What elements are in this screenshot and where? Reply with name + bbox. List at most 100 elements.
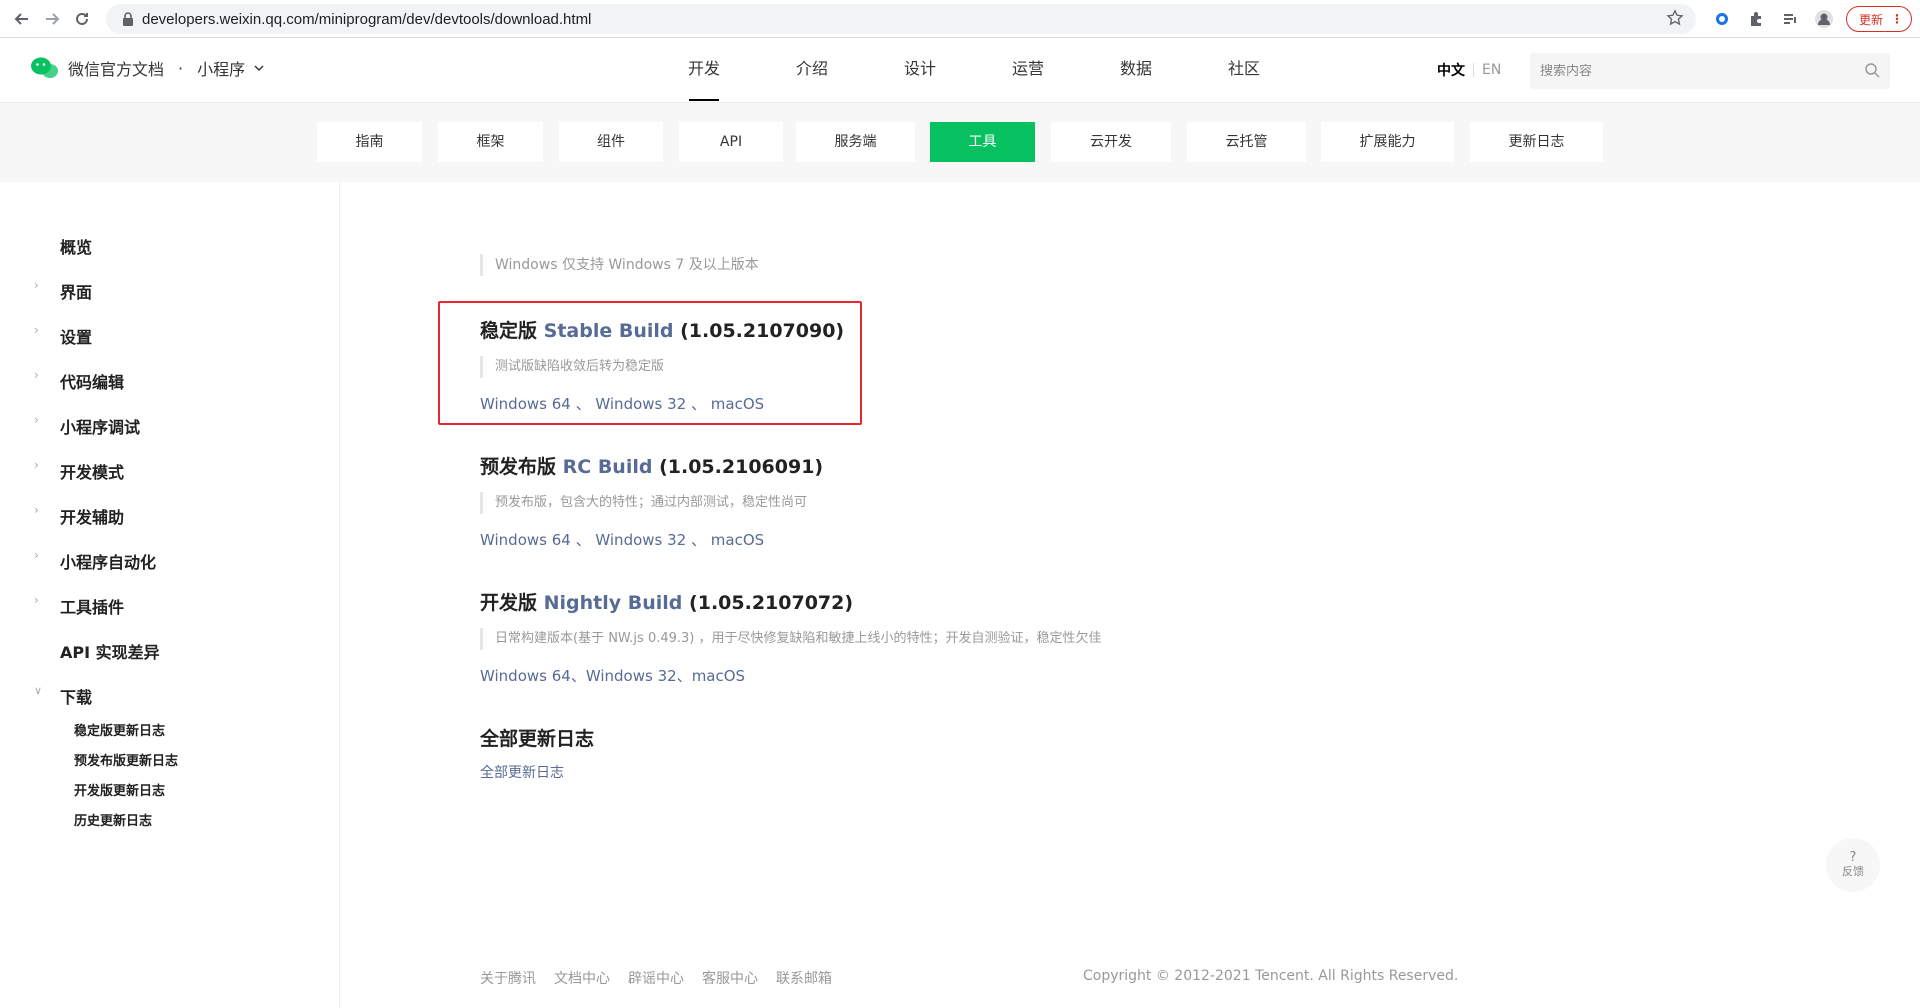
rc-version: (1.05.2106091) xyxy=(659,456,824,478)
sidebar-item-settings[interactable]: 设置 xyxy=(60,324,92,348)
nightly-win64-link[interactable]: Windows 64 xyxy=(480,667,571,685)
nav-dev[interactable]: 开发 xyxy=(650,38,758,102)
feedback-button[interactable]: ? 反馈 xyxy=(1826,838,1880,892)
lang-zh[interactable]: 中文 xyxy=(1437,60,1465,80)
update-label: 更新 xyxy=(1858,12,1883,27)
footer-link-email[interactable]: 联系邮箱 xyxy=(776,968,832,988)
chevron-down-icon: ∨ xyxy=(34,684,43,697)
nightly-download-links: Windows 64、Windows 32、macOS xyxy=(480,667,746,685)
changelog-link[interactable]: 全部更新日志 xyxy=(480,762,564,782)
sidebar-item-overview[interactable]: 概览 xyxy=(60,234,92,258)
sidebar-item-download[interactable]: 下载 xyxy=(60,684,92,708)
copyright-text: Copyright © 2012-2021 Tencent. All Right… xyxy=(1083,968,1459,984)
nav-operation[interactable]: 运营 xyxy=(974,38,1082,102)
kebab-menu-icon: ⋮ xyxy=(1891,12,1903,26)
changelog-title: 全部更新日志 xyxy=(480,728,595,750)
rc-build-title: 预发布版 RC Build (1.05.2106091) xyxy=(480,452,823,479)
chevron-right-icon: › xyxy=(34,278,39,292)
nav-community[interactable]: 社区 xyxy=(1190,38,1298,102)
extension-circle-icon[interactable] xyxy=(1710,7,1734,31)
tab-server[interactable]: 服务端 xyxy=(796,122,915,162)
sidebar-item-dev-mode[interactable]: 开发模式 xyxy=(60,459,124,483)
puzzle-icon[interactable] xyxy=(1744,7,1768,31)
feedback-label: 反馈 xyxy=(1842,865,1864,878)
tab-tools[interactable]: 工具 xyxy=(930,122,1035,162)
chevron-right-icon: › xyxy=(34,548,39,562)
chevron-right-icon: › xyxy=(34,323,39,337)
rc-note: 预发布版，包含大的特性；通过内部测试，稳定性尚可 xyxy=(480,492,807,514)
nightly-win32-link[interactable]: Windows 32 xyxy=(586,667,677,685)
rc-win64-link[interactable]: Windows 64 xyxy=(480,531,571,549)
language-switch: 中文 EN xyxy=(1437,60,1501,80)
nav-intro[interactable]: 介绍 xyxy=(758,38,866,102)
sidebar-item-api-diff[interactable]: API 实现差异 xyxy=(60,639,160,663)
lang-divider xyxy=(1473,63,1474,77)
sidebar-item-code-edit[interactable]: 代码编辑 xyxy=(60,369,124,393)
brand-title: 微信官方文档 xyxy=(68,60,165,79)
footer-links: 关于腾讯 文档中心 辟谣中心 客服中心 联系邮箱 xyxy=(480,968,832,988)
nightly-macos-link[interactable]: macOS xyxy=(692,667,745,685)
help-icon: ? xyxy=(1849,850,1857,865)
nightly-title-zh: 开发版 xyxy=(480,592,538,614)
brand[interactable]: 微信官方文档 · 小程序 xyxy=(30,56,265,80)
browser-update-button[interactable]: 更新 ⋮ xyxy=(1845,6,1912,32)
nightly-build-title: 开发版 Nightly Build (1.05.2107072) xyxy=(480,588,853,615)
footer-link-about[interactable]: 关于腾讯 xyxy=(480,968,536,988)
rc-title-en: RC Build xyxy=(562,456,653,478)
sidebar-sub-rc-log[interactable]: 预发布版更新日志 xyxy=(74,750,178,769)
sidebar-item-dev-assist[interactable]: 开发辅助 xyxy=(60,504,124,528)
chevron-right-icon: › xyxy=(34,413,39,427)
forward-icon[interactable] xyxy=(40,7,64,31)
chevron-right-icon: › xyxy=(34,458,39,472)
search-box xyxy=(1530,53,1890,89)
wechat-logo-icon xyxy=(31,57,58,78)
nav-design[interactable]: 设计 xyxy=(866,38,974,102)
search-icon[interactable] xyxy=(1864,62,1880,82)
doc-category-tabs: 指南 框架 组件 API 服务端 工具 云开发 云托管 扩展能力 更新日志 xyxy=(0,103,1920,182)
rc-title-zh: 预发布版 xyxy=(480,456,557,478)
chevron-right-icon: › xyxy=(34,593,39,607)
tab-extensions[interactable]: 扩展能力 xyxy=(1321,122,1454,162)
lang-en[interactable]: EN xyxy=(1482,62,1501,78)
reload-icon[interactable] xyxy=(70,7,94,31)
nav-data[interactable]: 数据 xyxy=(1082,38,1190,102)
address-bar[interactable]: developers.weixin.qq.com/miniprogram/dev… xyxy=(106,4,1696,34)
sidebar-item-interface[interactable]: 界面 xyxy=(60,279,92,303)
sidebar-sub-stable-log[interactable]: 稳定版更新日志 xyxy=(74,720,165,739)
footer-link-docs[interactable]: 文档中心 xyxy=(554,968,610,988)
tab-framework[interactable]: 框架 xyxy=(438,122,543,162)
browser-toolbar: developers.weixin.qq.com/miniprogram/dev… xyxy=(0,0,1920,38)
chevron-right-icon: › xyxy=(34,503,39,517)
tab-guide[interactable]: 指南 xyxy=(317,122,422,162)
site-header: 微信官方文档 · 小程序 开发 介绍 设计 运营 数据 社区 中文 EN xyxy=(0,38,1920,103)
tab-components[interactable]: 组件 xyxy=(559,122,663,162)
rc-macos-link[interactable]: macOS xyxy=(711,531,764,549)
tab-changelog[interactable]: 更新日志 xyxy=(1470,122,1603,162)
windows-support-note: Windows 仅支持 Windows 7 及以上版本 xyxy=(480,254,759,276)
tab-api[interactable]: API xyxy=(679,122,783,162)
sidebar-item-plugins[interactable]: 工具插件 xyxy=(60,594,124,618)
bookmark-star-icon[interactable] xyxy=(1666,9,1684,31)
sidebar-sub-nightly-log[interactable]: 开发版更新日志 xyxy=(74,780,165,799)
url-text: developers.weixin.qq.com/miniprogram/dev… xyxy=(142,10,592,28)
tab-cloud-dev[interactable]: 云开发 xyxy=(1051,122,1171,162)
rc-win32-link[interactable]: Windows 32 xyxy=(595,531,686,549)
sidebar-item-automation[interactable]: 小程序自动化 xyxy=(60,549,156,573)
sidebar: 概览 › 界面 › 设置 › 代码编辑 › 小程序调试 › 开发模式 › 开发辅… xyxy=(0,182,340,1008)
back-icon[interactable] xyxy=(10,7,34,31)
profile-avatar-icon[interactable] xyxy=(1812,7,1836,31)
tab-cloud-hosting[interactable]: 云托管 xyxy=(1187,122,1306,162)
media-control-icon[interactable] xyxy=(1778,7,1802,31)
brand-separator: · xyxy=(178,58,184,78)
search-input[interactable] xyxy=(1540,63,1840,79)
sidebar-item-debug[interactable]: 小程序调试 xyxy=(60,414,140,438)
footer-link-rumor[interactable]: 辟谣中心 xyxy=(628,968,684,988)
nightly-note: 日常构建版本(基于 NW.js 0.49.3) ，用于尽快修复缺陷和敏捷上线小的… xyxy=(480,628,1102,650)
rc-download-links: Windows 64 、 Windows 32 、 macOS xyxy=(480,531,765,549)
chevron-down-icon xyxy=(254,65,264,72)
footer-link-support[interactable]: 客服中心 xyxy=(702,968,758,988)
section-selector[interactable]: 小程序 xyxy=(197,56,245,80)
nightly-version: (1.05.2107072) xyxy=(689,592,854,614)
sidebar-sub-history-log[interactable]: 历史更新日志 xyxy=(74,810,152,829)
main-nav: 开发 介绍 设计 运营 数据 社区 xyxy=(650,38,1298,102)
